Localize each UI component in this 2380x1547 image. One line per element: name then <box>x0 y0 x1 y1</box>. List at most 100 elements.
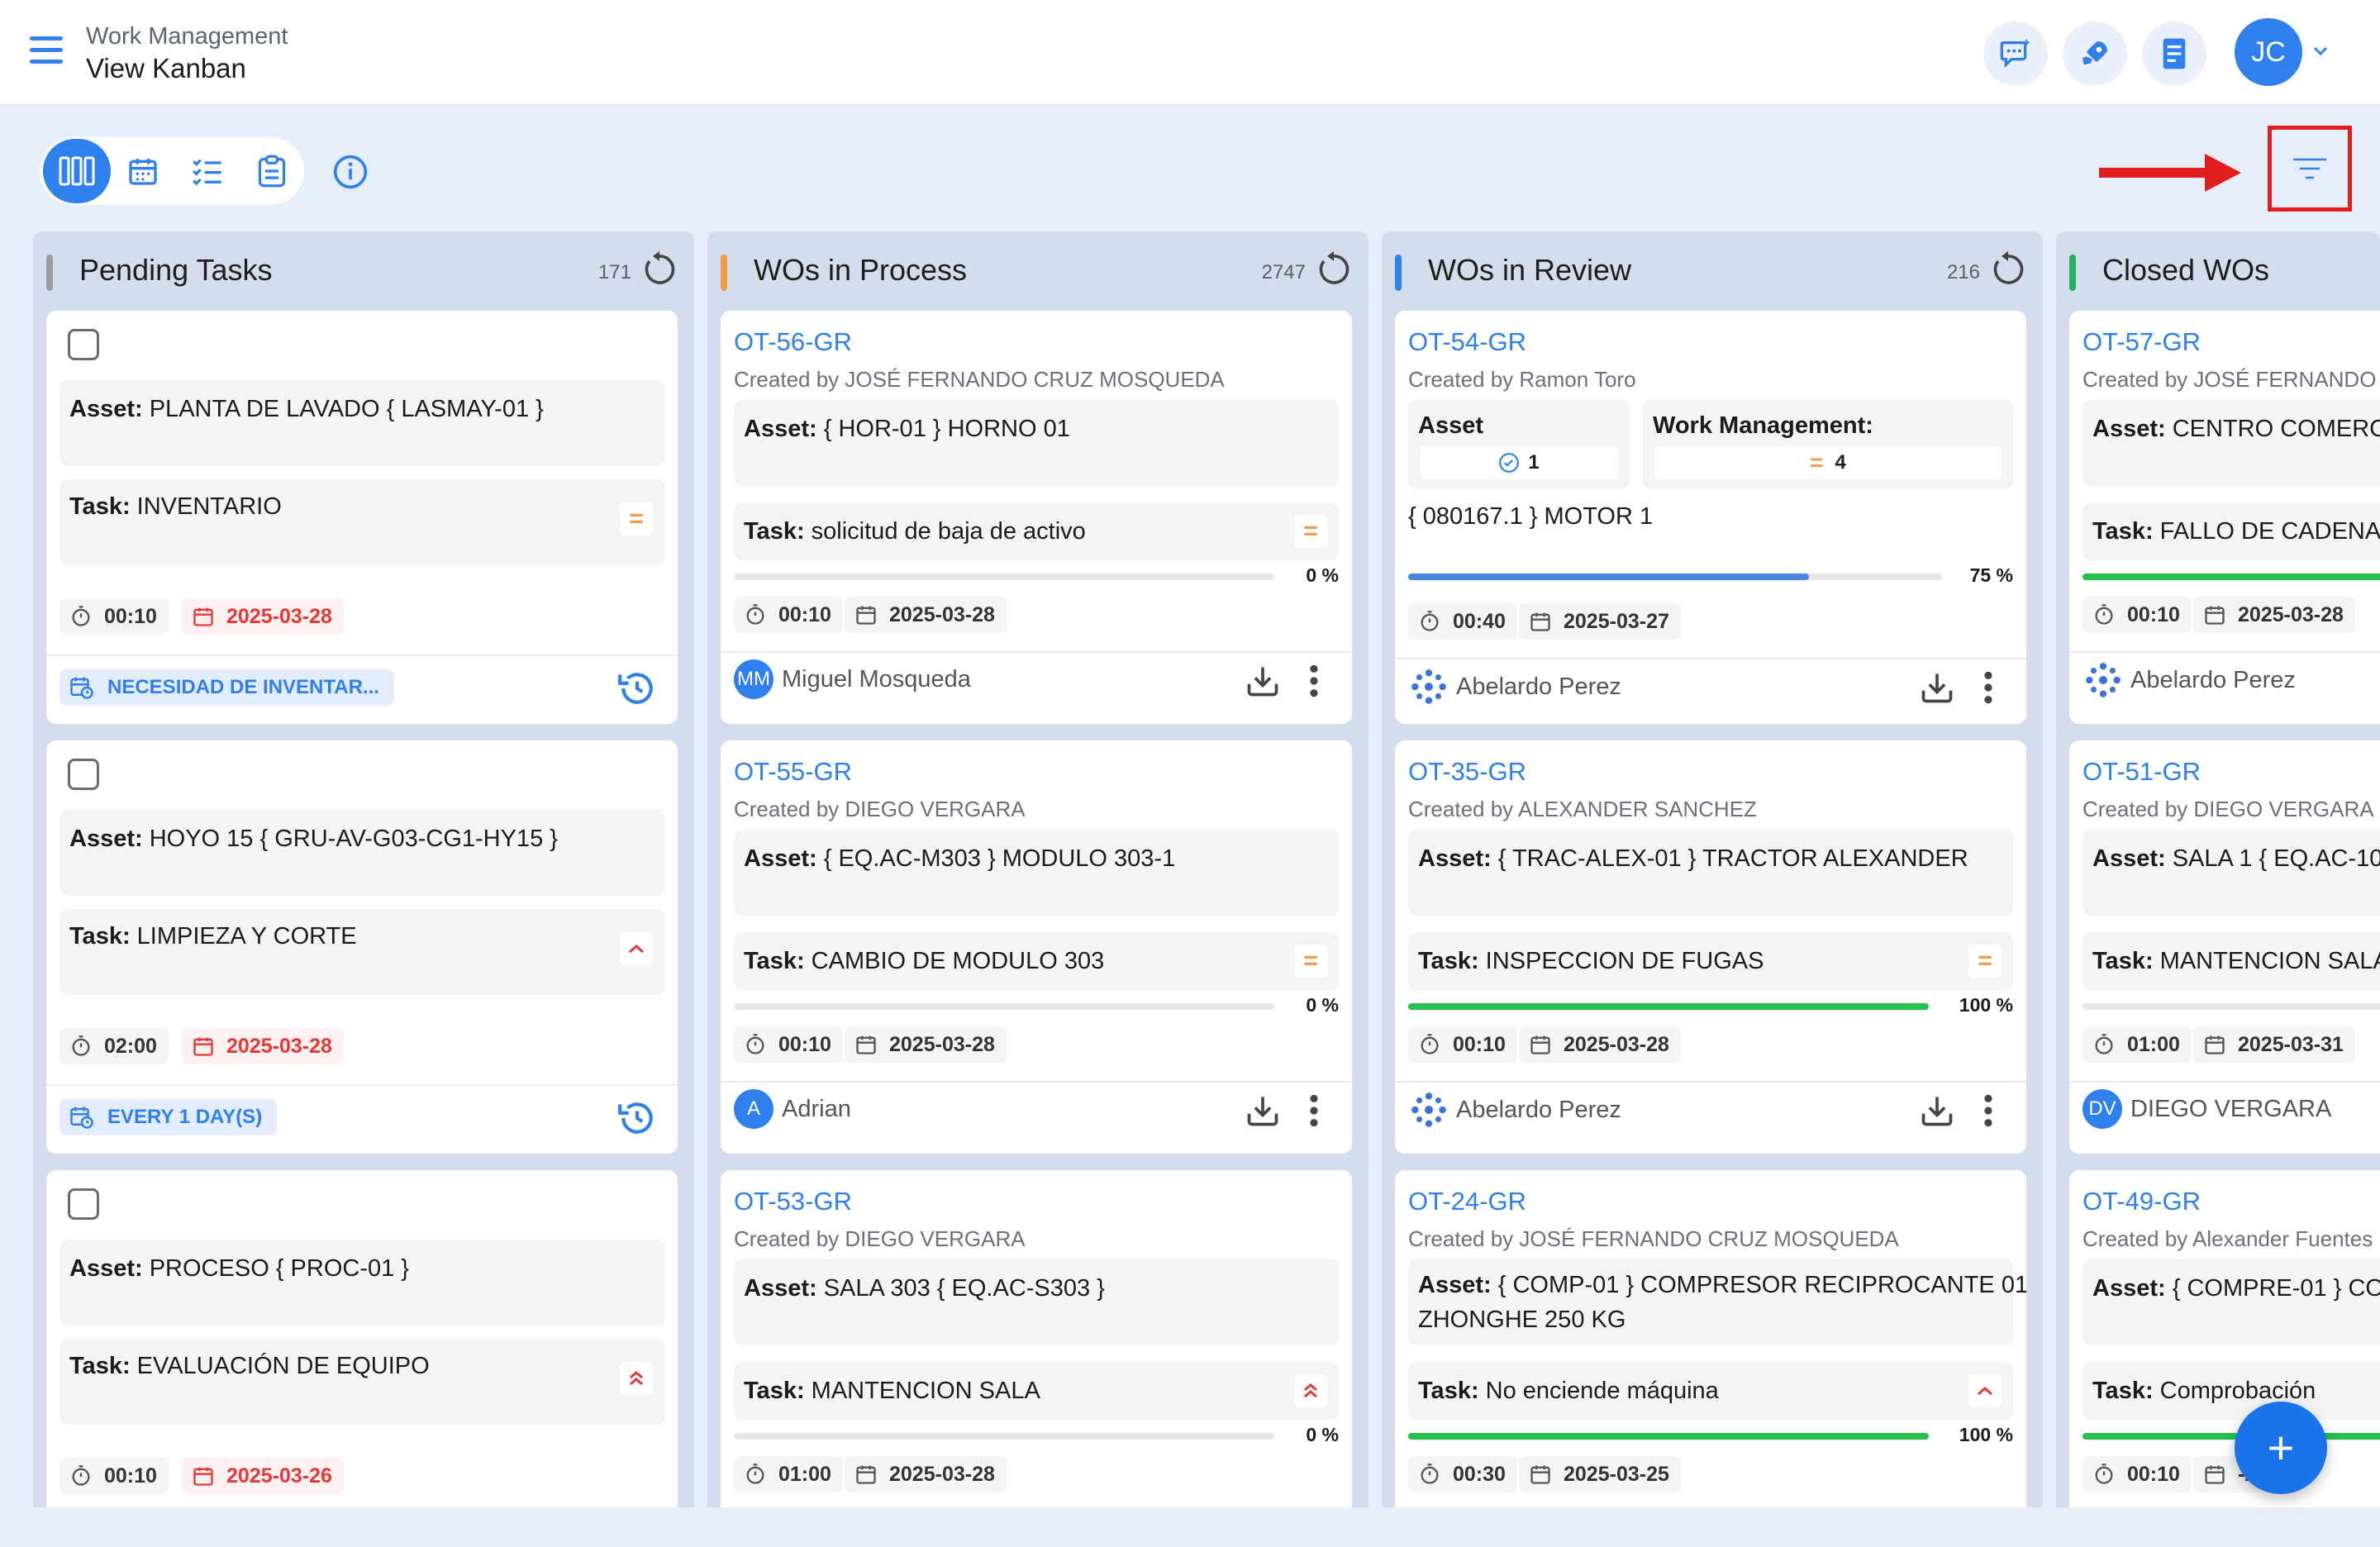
info-icon[interactable] <box>332 154 369 190</box>
recurrence-label: EVERY 1 DAY(S) <box>107 1106 263 1128</box>
calendar-icon <box>1530 1035 1550 1054</box>
work-order-code[interactable]: OT-51-GR <box>2082 757 2201 787</box>
work-order-code[interactable]: OT-54-GR <box>1408 327 1526 357</box>
task-box: Task: LIMPIEZA Y CORTE <box>60 909 664 995</box>
task-label: Task: <box>1418 1378 1479 1404</box>
asset-label: Asset: <box>1418 1272 1492 1298</box>
column-header: Pending Tasks 171 <box>33 231 694 307</box>
column-wos-in-review: WOs in Review 216 OT-54-GR Created by Ra… <box>1382 231 2043 1507</box>
add-button[interactable]: + <box>2235 1402 2327 1494</box>
clipboard-view-tab[interactable] <box>240 139 304 203</box>
date-value: 2025-03-27 <box>1564 609 1669 633</box>
download-icon[interactable] <box>1919 669 1955 706</box>
asset-box: Asset: PROCESO { PROC-01 } <box>60 1240 664 1326</box>
history-icon[interactable] <box>616 668 658 709</box>
select-checkbox[interactable] <box>68 1188 99 1220</box>
work-order-code[interactable]: OT-24-GR <box>1408 1187 1526 1216</box>
refresh-icon[interactable] <box>640 250 679 289</box>
chevron-down-icon[interactable] <box>2311 41 2330 61</box>
team-logo-icon <box>1411 669 1446 704</box>
calendar-icon <box>856 1035 876 1054</box>
plus-icon: + <box>2267 1421 2295 1473</box>
select-checkbox[interactable] <box>68 329 99 360</box>
created-by: Created by JOSÉ FERNANDO <box>2082 367 2377 392</box>
more-options-icon[interactable] <box>1307 663 1321 699</box>
launch-button[interactable] <box>2063 21 2127 86</box>
task-value: Comprobación <box>2159 1378 2316 1404</box>
asset-label: Asset: <box>69 826 143 852</box>
task-box: Task: MANTENCION SALA <box>734 1362 1339 1420</box>
progress-bar <box>1408 1003 1929 1010</box>
stopwatch-icon <box>1421 1034 1439 1054</box>
work-order-code[interactable]: OT-35-GR <box>1408 757 1526 787</box>
task-label: Task: <box>69 1353 131 1379</box>
refresh-icon[interactable] <box>1988 250 2028 289</box>
download-icon[interactable] <box>1245 1092 1281 1129</box>
work-order-code[interactable]: OT-56-GR <box>734 327 852 357</box>
task-value: FALLO DE CADENA <box>2159 518 2380 545</box>
work-order-code[interactable]: OT-55-GR <box>734 757 852 787</box>
more-options-icon[interactable] <box>1307 1092 1321 1129</box>
calendar-view-tab[interactable] <box>111 139 175 203</box>
recurrence-label: NECESIDAD DE INVENTAR... <box>107 676 379 698</box>
recurrence-tag[interactable]: EVERY 1 DAY(S) <box>60 1099 278 1135</box>
history-icon[interactable] <box>616 1097 658 1139</box>
more-options-icon[interactable] <box>1982 1092 1995 1129</box>
work-order-code[interactable]: OT-57-GR <box>2082 327 2201 357</box>
annotation-arrow <box>2099 154 2241 192</box>
task-card[interactable]: Asset: PLANTA DE LAVADO { LASMAY-01 } Ta… <box>46 311 678 724</box>
task-label: Task: <box>2092 948 2154 974</box>
duration-value: 00:10 <box>2127 602 2180 626</box>
stopwatch-icon <box>72 606 90 626</box>
recurrence-tag[interactable]: NECESIDAD DE INVENTAR... <box>60 669 394 706</box>
assignee: Abelardo Perez <box>1408 666 1621 707</box>
priority-medium-icon: = <box>1968 945 2002 978</box>
calendar-icon <box>2205 1465 2225 1484</box>
asset-label: Asset: <box>744 1275 817 1302</box>
column-color-bar <box>2069 255 2076 291</box>
clipboard-view-icon <box>258 155 286 188</box>
task-value: LIMPIEZA Y CORTE <box>136 923 357 950</box>
work-order-card[interactable]: OT-24-GR Created by JOSÉ FERNANDO CRUZ M… <box>1395 1170 2026 1507</box>
work-order-card[interactable]: OT-55-GR Created by DIEGO VERGARA Asset:… <box>721 740 1352 1154</box>
checklist-view-tab[interactable] <box>175 139 240 203</box>
progress-bar <box>2082 574 2380 580</box>
progress-bar <box>2082 1433 2380 1440</box>
chat-assistant-button[interactable] <box>1983 21 2048 86</box>
date-chip: 2025-03-28 <box>2193 597 2355 633</box>
work-order-card[interactable]: OT-56-GR Created by JOSÉ FERNANDO CRUZ M… <box>721 311 1352 724</box>
asset-label: Asset: <box>2092 1275 2166 1302</box>
priority-medium-icon: = <box>620 502 653 536</box>
docs-button[interactable] <box>2142 21 2206 86</box>
select-checkbox[interactable] <box>68 759 99 790</box>
asset-box: Asset: { TRAC-ALEX-01 } TRACTOR ALEXANDE… <box>1408 830 2013 916</box>
filter-button[interactable] <box>2268 126 2352 212</box>
download-icon[interactable] <box>1245 663 1281 699</box>
work-order-card[interactable]: OT-35-GR Created by ALEXANDER SANCHEZ As… <box>1395 740 2026 1154</box>
duration-chip: 00:40 <box>1408 603 1517 640</box>
kanban-view-tab[interactable] <box>43 139 111 203</box>
task-card[interactable]: Asset: PROCESO { PROC-01 } Task: EVALUAC… <box>46 1170 678 1507</box>
work-order-card[interactable]: OT-49-GR Created by Alexander Fuentes As… <box>2069 1170 2380 1507</box>
task-card[interactable]: Asset: HOYO 15 { GRU-AV-G03-CG1-HY15 } T… <box>46 740 678 1154</box>
download-icon[interactable] <box>1919 1092 1955 1129</box>
work-order-card[interactable]: OT-54-GR Created by Ramon Toro Asset 1 W… <box>1395 311 2026 724</box>
work-order-card[interactable]: OT-51-GR Created by DIEGO VERGARA Asset:… <box>2069 740 2380 1154</box>
menu-icon[interactable] <box>30 36 63 64</box>
refresh-icon[interactable] <box>1314 250 1354 289</box>
more-options-icon[interactable] <box>1982 669 1995 706</box>
task-value: solicitud de baja de activo <box>811 518 1086 545</box>
assignee-name: DIEGO VERGARA <box>2130 1095 2332 1122</box>
task-label: Task: <box>1418 948 1479 974</box>
work-order-code[interactable]: OT-49-GR <box>2082 1187 2201 1216</box>
user-avatar[interactable]: JC <box>2235 18 2302 86</box>
stopwatch-icon <box>746 1464 764 1484</box>
work-order-card[interactable]: OT-57-GR Created by JOSÉ FERNANDO Asset:… <box>2069 311 2380 724</box>
assignee-name: Abelardo Perez <box>1456 1096 1621 1123</box>
progress-bar <box>734 1003 1274 1010</box>
duration-chip: 00:10 <box>734 1026 843 1063</box>
work-order-card[interactable]: OT-53-GR Created by DIEGO VERGARA Asset:… <box>721 1170 1352 1507</box>
task-box: Task: EVALUACIÓN DE EQUIPO <box>60 1339 664 1425</box>
due-date-value: 2025-03-28 <box>226 1034 332 1058</box>
work-order-code[interactable]: OT-53-GR <box>734 1187 852 1216</box>
